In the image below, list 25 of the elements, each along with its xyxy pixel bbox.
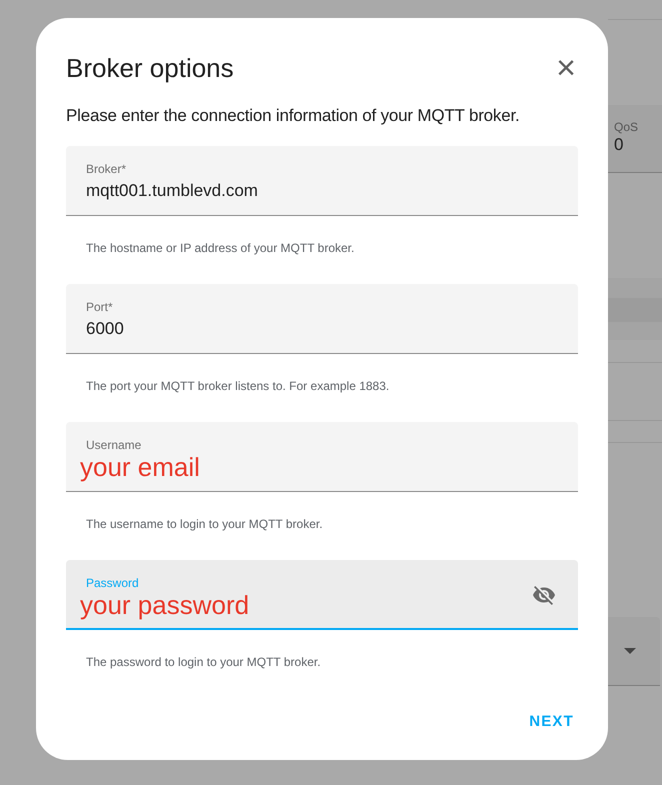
dialog-title: Broker options xyxy=(66,52,234,85)
table-row-background xyxy=(608,278,662,340)
dialog-description: Please enter the connection information of your MQTT broker. xyxy=(66,105,521,127)
dropdown-field[interactable] xyxy=(608,617,660,686)
field-label: Password xyxy=(86,576,139,590)
input-field[interactable]: Username your email xyxy=(66,422,578,492)
eye-slash-icon[interactable] xyxy=(532,583,556,607)
field-value: your email xyxy=(80,452,200,482)
helper-text: The username to login to your MQTT broker. xyxy=(86,516,323,532)
field-value: mqtt001.tumblevd.com xyxy=(86,180,258,202)
input-field[interactable]: Port* 6000 xyxy=(66,284,578,354)
helper-text: The hostname or IP address of your MQTT broker. xyxy=(86,240,354,256)
field-label: Username xyxy=(86,438,142,452)
close-button[interactable]: × xyxy=(546,48,586,88)
column-label: QoS xyxy=(614,119,638,135)
field-label: Port* xyxy=(86,300,113,314)
input-field[interactable]: Broker* mqtt001.tumblevd.com xyxy=(66,146,578,216)
helper-text: The port your MQTT broker listens to. For example 1883. xyxy=(86,378,390,394)
input-field[interactable]: Password your password xyxy=(66,560,578,630)
column-value: 0 xyxy=(614,135,624,155)
helper-text: The password to login to your MQTT broker. xyxy=(86,654,321,670)
field-value: 6000 xyxy=(86,318,124,340)
field-label: Broker* xyxy=(86,162,126,176)
caret-icon xyxy=(624,648,636,654)
field-value: your password xyxy=(80,590,250,620)
